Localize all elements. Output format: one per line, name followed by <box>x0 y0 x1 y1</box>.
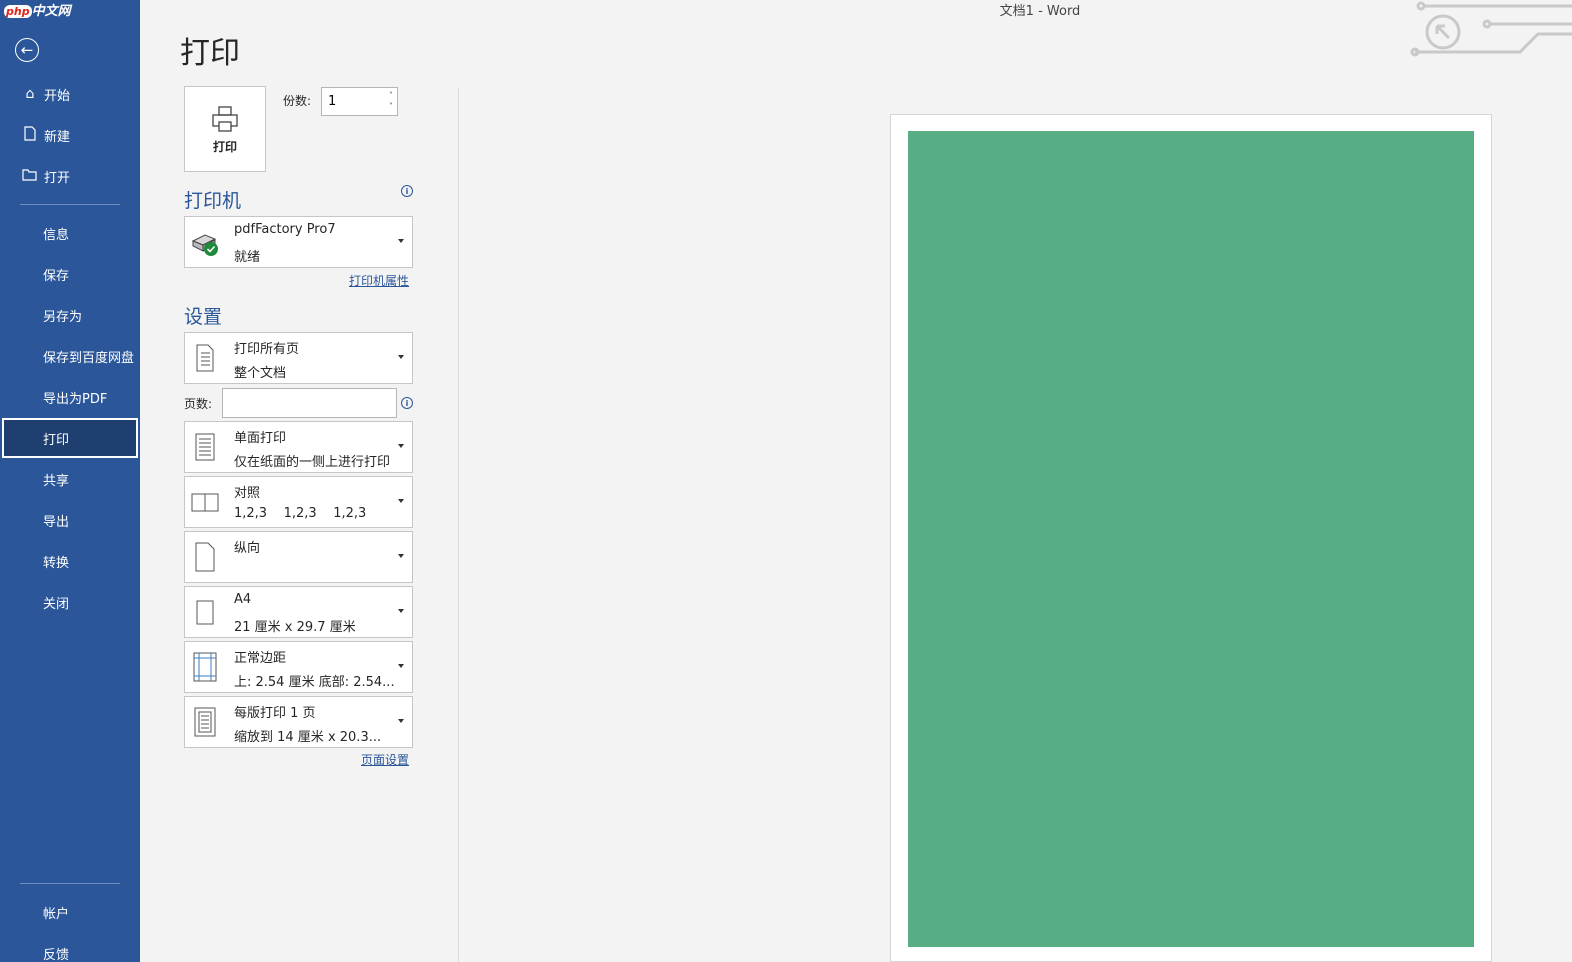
page-title: 打印 <box>180 36 240 71</box>
print-range-dropdown[interactable]: 打印所有页 整个文档 <box>184 332 413 384</box>
nav-export[interactable]: 导出 <box>2 501 138 539</box>
nav-feedback[interactable]: 反馈 <box>2 934 138 962</box>
nav-label: 反馈 <box>43 947 70 962</box>
sides-dropdown[interactable]: 单面打印 仅在纸面的一侧上进行打印 <box>184 421 413 473</box>
pages-input[interactable] <box>222 388 397 418</box>
paper-size-dropdown[interactable]: A4 21 厘米 x 29.7 厘米 <box>184 586 413 638</box>
copies-input[interactable] <box>322 88 372 115</box>
nav-account[interactable]: 帐户 <box>2 893 138 931</box>
nav-info[interactable]: 信息 <box>2 214 138 252</box>
nav-share[interactable]: 共享 <box>2 460 138 498</box>
back-button[interactable]: ← <box>15 38 39 62</box>
copies-label: 份数: <box>283 94 312 108</box>
pages-per-sheet-icon <box>194 707 216 737</box>
setting-secondary: 21 厘米 x 29.7 厘米 <box>234 620 356 635</box>
nav-label: 打印 <box>43 432 70 448</box>
watermark-logo: php 中文网 <box>4 4 71 19</box>
nav-label: 帐户 <box>43 906 70 922</box>
chevron-down-icon <box>398 664 404 668</box>
printer-section-title: 打印机 <box>184 190 242 212</box>
nav-open[interactable]: 打开 <box>2 157 138 195</box>
copies-spin-buttons[interactable]: ˄ ˅ <box>389 90 393 112</box>
chevron-down-icon <box>398 719 404 723</box>
info-icon[interactable]: i <box>401 397 413 409</box>
nav-label: 保存 <box>43 268 70 284</box>
home-icon: ⌂ <box>25 86 35 102</box>
setting-secondary: 上: 2.54 厘米 底部: 2.54... <box>234 675 395 690</box>
nav-save-as[interactable]: 另存为 <box>2 296 138 334</box>
portrait-icon <box>195 542 215 572</box>
back-arrow-icon: ← <box>20 41 34 59</box>
nav-label: 另存为 <box>43 309 83 325</box>
nav-close[interactable]: 关闭 <box>2 583 138 621</box>
nav-new[interactable]: 新建 <box>2 116 138 154</box>
nav-label: 导出为PDF <box>43 391 108 407</box>
sidebar-divider <box>20 204 120 205</box>
chevron-down-icon <box>398 239 404 243</box>
chevron-down-icon <box>398 609 404 613</box>
nav-label: 开始 <box>44 88 71 104</box>
paper-size-icon <box>196 600 214 625</box>
page-setup-link[interactable]: 页面设置 <box>361 751 409 768</box>
nav-convert[interactable]: 转换 <box>2 542 138 580</box>
printer-icon <box>212 105 238 132</box>
pages-label: 页数: <box>184 397 213 411</box>
circuit-decoration-icon <box>1410 1 1572 57</box>
setting-primary: A4 <box>234 592 252 607</box>
setting-secondary: 整个文档 <box>234 366 287 381</box>
info-icon[interactable]: i <box>401 185 413 197</box>
setting-primary: 打印所有页 <box>234 342 300 357</box>
nav-print[interactable]: 打印 <box>2 418 138 458</box>
printer-name: pdfFactory Pro7 <box>234 222 336 237</box>
nav-label: 信息 <box>43 227 70 243</box>
nav-label: 转换 <box>43 555 70 571</box>
pages-per-sheet-dropdown[interactable]: 每版打印 1 页 缩放到 14 厘米 x 20.3... <box>184 696 413 748</box>
new-document-icon <box>20 125 40 145</box>
setting-secondary: 1,2,3 1,2,3 1,2,3 <box>234 506 367 521</box>
chevron-down-icon <box>398 444 404 448</box>
nav-label: 关闭 <box>43 596 70 612</box>
preview-page-content <box>908 131 1474 947</box>
nav-label: 保存到百度网盘 <box>43 350 135 366</box>
print-button-label: 打印 <box>212 139 237 154</box>
settings-section-title: 设置 <box>184 306 223 328</box>
nav-label: 导出 <box>43 514 70 530</box>
nav-home[interactable]: ⌂ 开始 <box>2 75 138 113</box>
chevron-down-icon <box>398 499 404 503</box>
printer-status: 就绪 <box>234 250 261 265</box>
setting-secondary: 缩放到 14 厘米 x 20.3... <box>234 730 382 745</box>
sidebar-divider <box>20 883 120 884</box>
document-pages-icon <box>196 344 214 372</box>
collate-icon <box>191 493 219 512</box>
setting-secondary: 仅在纸面的一侧上进行打印 <box>234 455 391 470</box>
window-title: 文档1 - Word <box>999 4 1081 19</box>
margins-dropdown[interactable]: 正常边距 上: 2.54 厘米 底部: 2.54... <box>184 641 413 693</box>
nav-save[interactable]: 保存 <box>2 255 138 293</box>
backstage-sidebar: php 中文网 ← ⌂ 开始 新建 打开 信息 保存 另存为 保存到百度网盘 导出… <box>0 0 140 962</box>
setting-primary: 每版打印 1 页 <box>234 706 316 721</box>
setting-primary: 正常边距 <box>234 651 287 666</box>
open-folder-icon <box>20 168 40 185</box>
print-button[interactable]: 打印 <box>184 86 266 172</box>
orientation-dropdown[interactable]: 纵向 <box>184 531 413 583</box>
nav-label: 新建 <box>44 129 71 145</box>
collate-dropdown[interactable]: 对照 1,2,3 1,2,3 1,2,3 <box>184 476 413 528</box>
setting-primary: 单面打印 <box>234 431 287 446</box>
margins-icon <box>193 652 217 682</box>
printer-dropdown[interactable]: pdfFactory Pro7 就绪 <box>184 216 413 268</box>
nav-export-pdf[interactable]: 导出为PDF <box>2 378 138 416</box>
printer-ready-icon <box>191 234 218 256</box>
chevron-down-icon <box>398 554 404 558</box>
panel-divider <box>458 88 459 962</box>
nav-save-baidu[interactable]: 保存到百度网盘 <box>2 337 138 375</box>
setting-primary: 纵向 <box>234 541 261 556</box>
nav-label: 共享 <box>43 473 70 489</box>
chevron-down-icon <box>398 355 404 359</box>
nav-label: 打开 <box>44 170 71 186</box>
one-sided-icon <box>195 433 215 461</box>
printer-properties-link[interactable]: 打印机属性 <box>349 272 409 289</box>
copies-stepper[interactable]: ˄˅ <box>321 87 398 116</box>
setting-primary: 对照 <box>234 486 261 501</box>
